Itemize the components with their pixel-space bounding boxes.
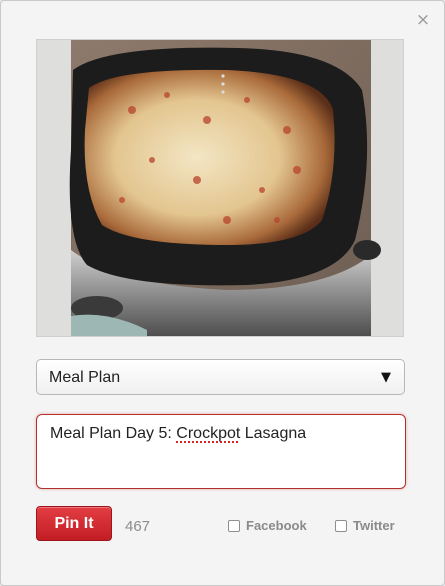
pin-dialog: × Meal Plan ▼ Meal Plan Day 5: Crockpot … — [0, 0, 445, 586]
pin-it-button[interactable]: Pin It — [36, 506, 112, 541]
misspelled-word: Crockpot — [176, 425, 241, 442]
pin-image-frame — [36, 39, 404, 337]
dropdown-arrow-icon: ▼ — [381, 370, 391, 385]
description-input[interactable]: Meal Plan Day 5: Crockpot Lasagna — [36, 414, 406, 489]
share-facebook-option[interactable]: Facebook — [228, 518, 307, 533]
twitter-label: Twitter — [353, 518, 395, 533]
facebook-label: Facebook — [246, 518, 307, 533]
twitter-checkbox[interactable] — [335, 519, 347, 532]
close-icon[interactable]: × — [414, 11, 432, 29]
character-count: 467 — [125, 518, 151, 535]
board-select-value: Meal Plan — [49, 369, 121, 386]
facebook-checkbox[interactable] — [228, 519, 240, 532]
crockpot-lasagna-photo — [37, 40, 403, 336]
board-select[interactable]: Meal Plan ▼ — [36, 359, 405, 395]
description-text-prefix: Meal Plan Day 5: — [50, 425, 177, 442]
description-text-suffix: Lasagna — [240, 425, 307, 442]
share-twitter-option[interactable]: Twitter — [335, 518, 395, 533]
